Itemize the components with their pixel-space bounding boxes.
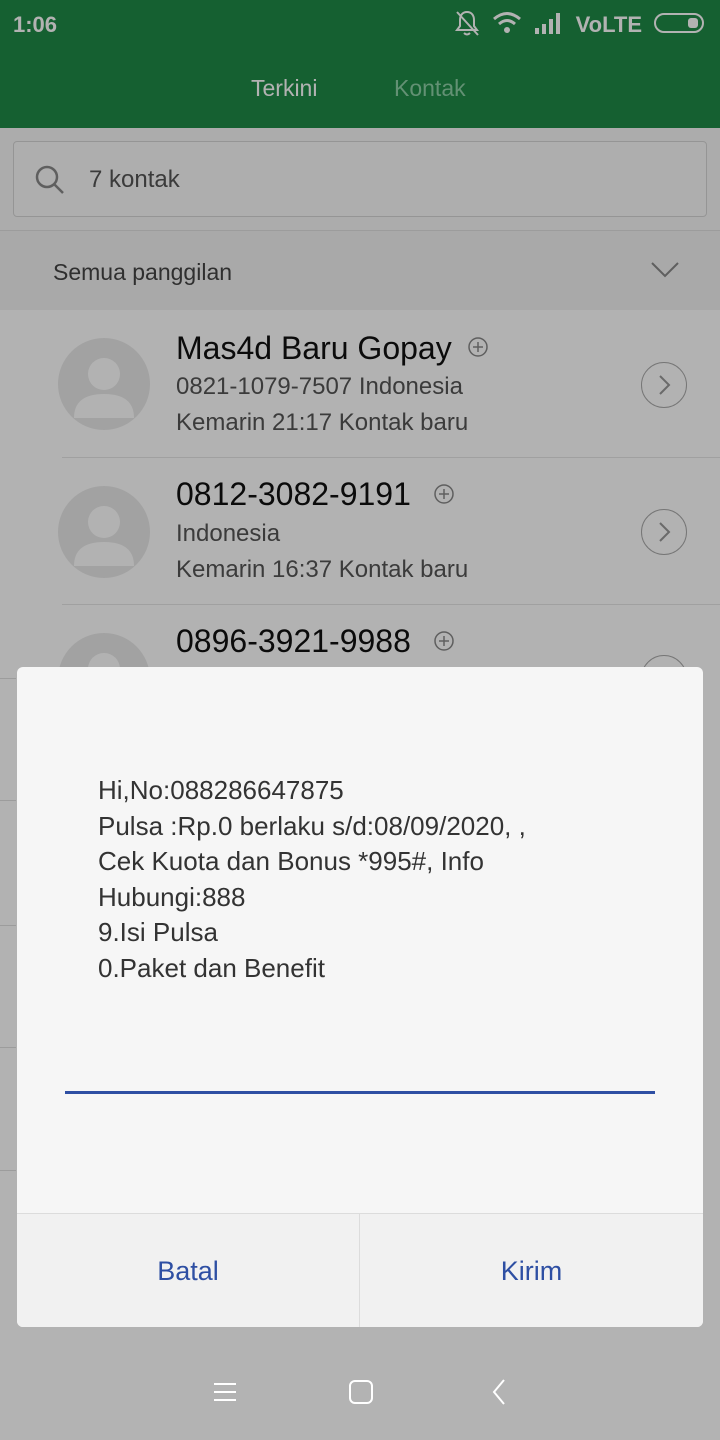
ussd-dialog: Hi,No:088286647875 Pulsa :Rp.0 berlaku s… [17, 667, 703, 1327]
message-line: Hubungi:888 [98, 881, 246, 912]
message-line: Hi,No:088286647875 [98, 775, 344, 805]
menu-icon[interactable] [203, 1370, 247, 1414]
dialog-actions: Batal Kirim [17, 1213, 703, 1327]
message-line: Pulsa :Rp.0 berlaku s/d:08/09/2020, , [98, 810, 526, 841]
back-icon[interactable] [477, 1370, 521, 1414]
ussd-reply-input[interactable] [65, 1047, 655, 1089]
ussd-message: Hi,No:088286647875 Pulsa :Rp.0 berlaku s… [98, 773, 658, 986]
send-button[interactable]: Kirim [360, 1214, 703, 1327]
cancel-button[interactable]: Batal [17, 1214, 360, 1327]
input-underline [65, 1091, 655, 1094]
navigation-bar [0, 1330, 720, 1440]
message-line: Cek Kuota dan Bonus *995#, Info [98, 846, 484, 876]
home-icon[interactable] [339, 1370, 383, 1414]
message-line: 9.Isi Pulsa [98, 917, 218, 947]
message-line: 0.Paket dan Benefit [98, 952, 325, 983]
